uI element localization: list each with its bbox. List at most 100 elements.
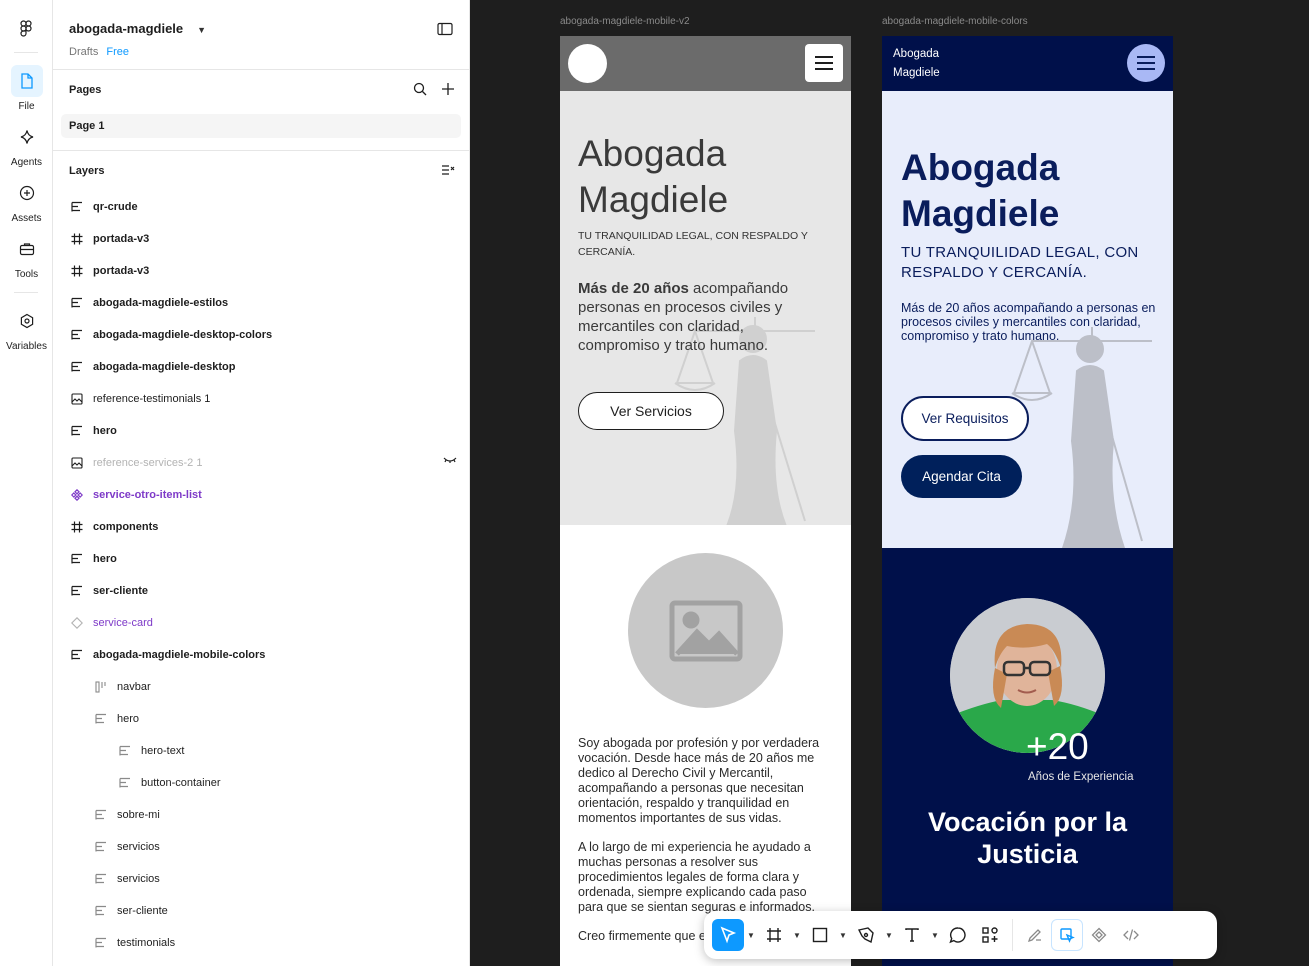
mobile-v2-frame[interactable]: Abogada Magdiele TU TRANQUILIDAD LEGAL, C… bbox=[560, 36, 851, 966]
bottom-toolbar: ▼ ▼ ▼ ▼ ▼ bbox=[704, 911, 1217, 959]
layer-row[interactable]: service-otro-item-list bbox=[69, 479, 469, 511]
frame-icon bbox=[69, 519, 85, 535]
layer-row[interactable]: abogada-magdiele-desktop-colors bbox=[69, 319, 469, 351]
add-page-icon[interactable] bbox=[441, 82, 455, 96]
draw-icon bbox=[1027, 929, 1041, 943]
dev-mode-button[interactable] bbox=[1115, 919, 1147, 951]
hero-description: Más de 20 años acompañando a personas en… bbox=[901, 301, 1156, 343]
chevron-down-icon[interactable]: ▼ bbox=[790, 931, 804, 940]
image-icon bbox=[69, 391, 85, 407]
frame-label[interactable]: abogada-magdiele-mobile-colors bbox=[882, 16, 1028, 27]
layer-row[interactable]: testimonials bbox=[93, 927, 493, 959]
chevron-down-icon[interactable]: ▼ bbox=[197, 25, 206, 35]
ver-servicios-button[interactable]: Ver Servicios bbox=[578, 392, 724, 430]
auto-layout-icon bbox=[93, 839, 109, 855]
rail-item-file[interactable]: File bbox=[0, 65, 53, 112]
drafts-label[interactable]: Drafts bbox=[69, 46, 98, 58]
tools-icon bbox=[19, 243, 34, 256]
sidebar-toggle-icon[interactable] bbox=[437, 22, 453, 36]
layer-name: ser-cliente bbox=[117, 905, 168, 917]
hero-title-line: Magdiele bbox=[901, 193, 1060, 234]
mobile-colors-frame[interactable]: Abogada Magdiele Abogada Magdiele TU TRANQ… bbox=[882, 36, 1173, 966]
menu-button[interactable] bbox=[805, 44, 843, 82]
file-header[interactable]: abogada-magdiele ▼ Drafts Free bbox=[69, 20, 206, 58]
comment-icon bbox=[949, 927, 966, 944]
comment-tool[interactable] bbox=[942, 919, 974, 951]
instance-icon bbox=[69, 615, 85, 631]
section-heading-line: Vocación por la bbox=[927, 807, 1128, 837]
layer-row[interactable]: portada-v3 bbox=[69, 255, 469, 287]
layer-name: hero bbox=[93, 425, 117, 437]
frame-icon bbox=[69, 231, 85, 247]
layer-row[interactable]: ser-cliente bbox=[93, 895, 493, 927]
collapse-layers-icon[interactable] bbox=[441, 164, 455, 176]
layer-row[interactable]: abogada-magdiele-estilos bbox=[69, 287, 469, 319]
canvas[interactable]: abogada-magdiele-mobile-v2 abogada-magdi… bbox=[470, 0, 1309, 966]
layer-row[interactable]: sobre-mi bbox=[93, 799, 493, 831]
auto-layout-icon bbox=[69, 359, 85, 375]
divider bbox=[53, 69, 470, 70]
search-icon[interactable] bbox=[413, 82, 427, 96]
chevron-down-icon[interactable]: ▼ bbox=[836, 931, 850, 940]
text-tool[interactable] bbox=[896, 919, 928, 951]
layer-row[interactable]: service-card bbox=[69, 607, 469, 639]
actions-tool[interactable] bbox=[974, 919, 1006, 951]
hero-title-line: Abogada bbox=[901, 147, 1060, 188]
rail-item-assets[interactable]: Assets bbox=[0, 177, 53, 224]
image-placeholder bbox=[628, 553, 783, 708]
layer-row[interactable]: reference-services-2 1 bbox=[69, 447, 469, 479]
layer-name: qr-crude bbox=[93, 201, 138, 213]
layer-row[interactable]: ser-cliente bbox=[69, 575, 469, 607]
layer-name: testimonials bbox=[117, 937, 176, 949]
divider bbox=[53, 150, 470, 151]
layer-row[interactable]: portada-v3 bbox=[69, 223, 469, 255]
layer-row[interactable]: abogada-magdiele-desktop bbox=[69, 351, 469, 383]
rail-item-tools[interactable]: Tools bbox=[0, 233, 53, 280]
layer-name: hero bbox=[93, 553, 117, 565]
layer-row[interactable]: hero-text bbox=[117, 735, 517, 767]
prototype-mode-button[interactable] bbox=[1083, 919, 1115, 951]
rail-item-variables[interactable]: Variables bbox=[0, 305, 53, 352]
rail-item-label: Variables bbox=[6, 341, 47, 352]
rail-divider bbox=[14, 52, 38, 53]
move-tool[interactable] bbox=[712, 919, 744, 951]
layer-row[interactable]: servicios bbox=[93, 831, 493, 863]
hamburger-icon bbox=[1137, 56, 1155, 70]
layer-row[interactable]: components bbox=[69, 511, 469, 543]
section-heading: Vocación por la Justicia bbox=[882, 806, 1173, 870]
layer-name: sobre-mi bbox=[117, 809, 160, 821]
pen-tool[interactable] bbox=[850, 919, 882, 951]
layer-row[interactable]: qr-crude bbox=[69, 191, 469, 223]
rectangle-tool[interactable] bbox=[804, 919, 836, 951]
chevron-down-icon[interactable]: ▼ bbox=[882, 931, 896, 940]
agendar-cita-button[interactable]: Agendar Cita bbox=[901, 455, 1022, 498]
draw-mode-button[interactable] bbox=[1019, 919, 1051, 951]
layer-row[interactable]: reference-testimonials 1 bbox=[69, 383, 469, 415]
frame-tool[interactable] bbox=[758, 919, 790, 951]
chevron-down-icon[interactable]: ▼ bbox=[744, 931, 758, 940]
design-mode-button[interactable] bbox=[1051, 919, 1083, 951]
toolbar-divider bbox=[1012, 919, 1013, 951]
auto-layout-icon bbox=[69, 583, 85, 599]
hidden-eye-icon[interactable] bbox=[443, 456, 457, 469]
auto-layout-icon bbox=[69, 295, 85, 311]
layer-name: hero bbox=[117, 713, 140, 725]
frame-label[interactable]: abogada-magdiele-mobile-v2 bbox=[560, 16, 690, 27]
chevron-down-icon[interactable]: ▼ bbox=[928, 931, 942, 940]
rail-item-agents[interactable]: Agents bbox=[0, 121, 53, 168]
page-item[interactable]: Page 1 bbox=[61, 114, 461, 138]
layer-row[interactable]: hero bbox=[93, 703, 493, 735]
auto-layout-icon bbox=[69, 551, 85, 567]
file-name[interactable]: abogada-magdiele bbox=[69, 21, 183, 36]
hero-title: Abogada Magdiele bbox=[578, 131, 728, 223]
ver-requisitos-button[interactable]: Ver Requisitos bbox=[901, 396, 1029, 441]
layer-row[interactable]: abogada-magdiele-mobile-colors bbox=[69, 639, 469, 671]
layer-row[interactable]: button-container bbox=[117, 767, 517, 799]
auto-layout-icon bbox=[93, 903, 109, 919]
menu-button[interactable] bbox=[1127, 44, 1165, 82]
layer-row[interactable]: navbar bbox=[93, 671, 493, 703]
layer-row[interactable]: hero bbox=[69, 543, 469, 575]
layer-row[interactable]: servicios bbox=[93, 863, 493, 895]
figma-logo-icon[interactable] bbox=[16, 19, 36, 39]
layer-row[interactable]: hero bbox=[69, 415, 469, 447]
